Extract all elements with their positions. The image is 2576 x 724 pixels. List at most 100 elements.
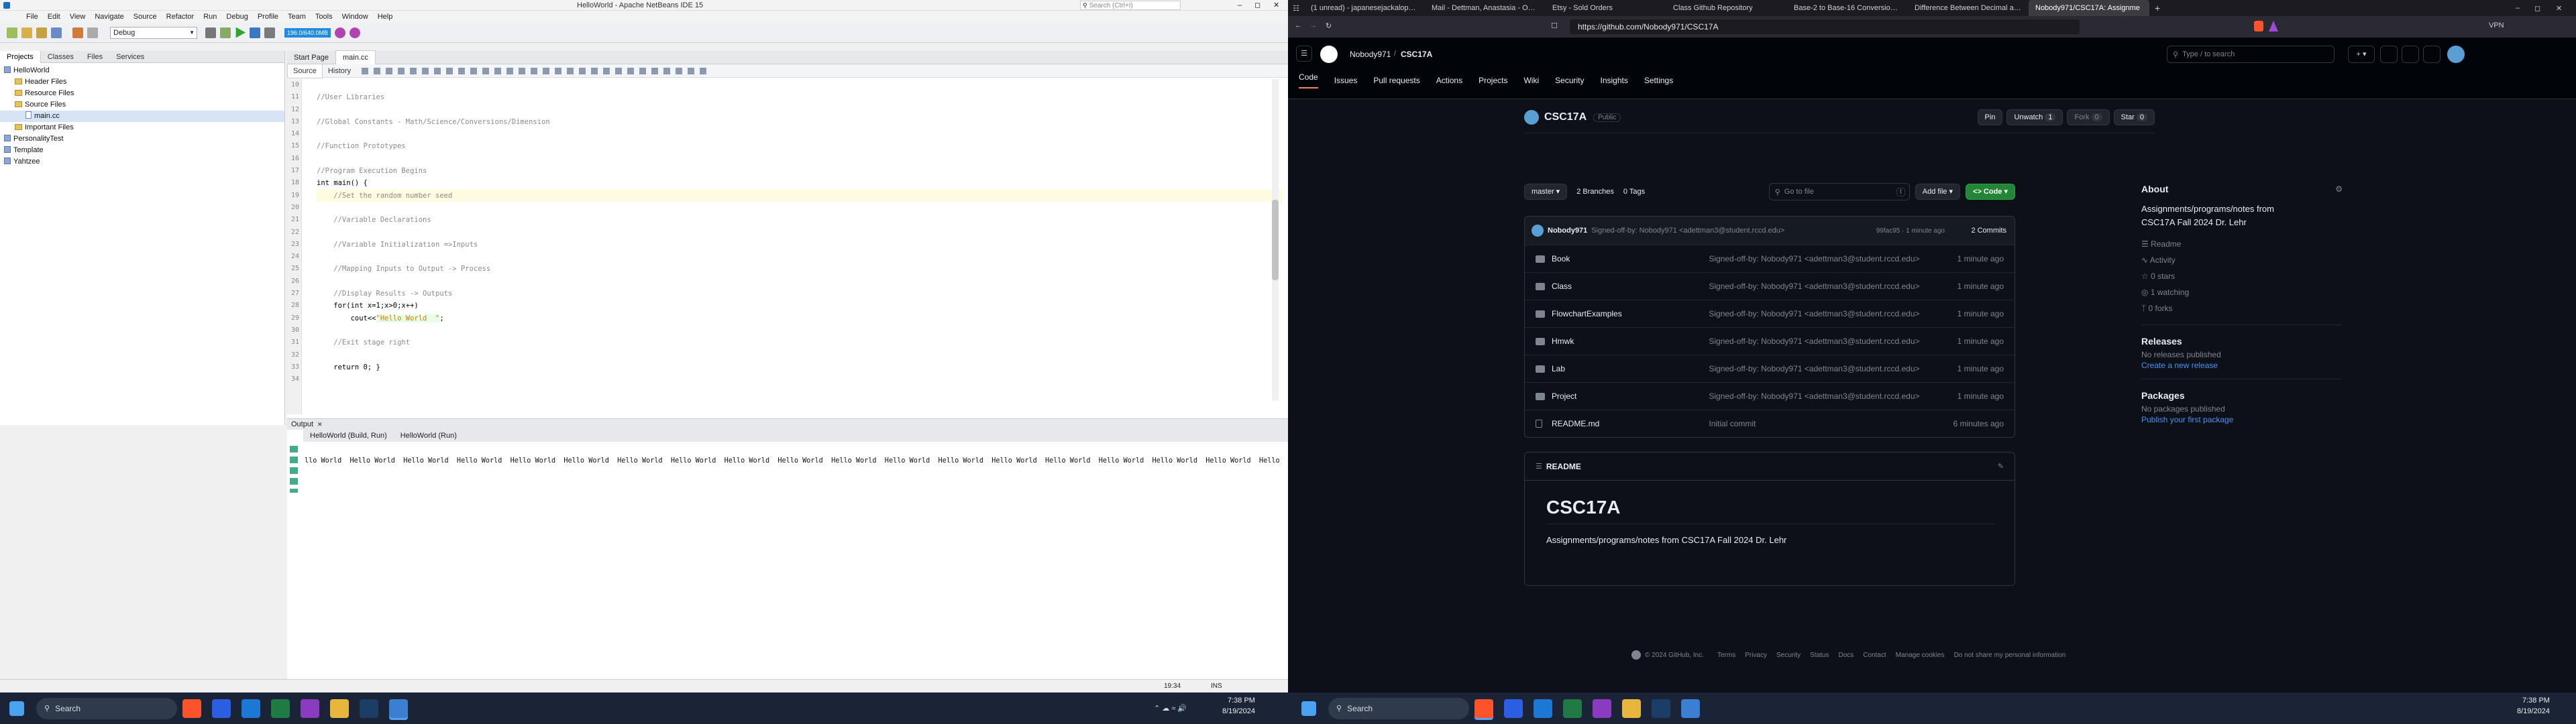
- tab-source[interactable]: Source: [287, 63, 323, 78]
- browser-tab[interactable]: Etsy - Sold Orders: [1546, 0, 1666, 16]
- windows-start-icon[interactable]: [9, 701, 24, 716]
- footer-link[interactable]: Terms: [1717, 652, 1735, 659]
- clock-date[interactable]: 8/19/2024: [2517, 707, 2550, 715]
- commit-author[interactable]: Nobody971: [1548, 227, 1587, 235]
- new-tab-button[interactable]: +: [2155, 3, 2160, 13]
- profile-icon[interactable]: [264, 27, 275, 38]
- code-line[interactable]: //Variable Initialization =>Inputs: [317, 239, 1283, 251]
- browser-tab[interactable]: Base-2 to Base-16 Conversion Calc: [1787, 0, 1908, 16]
- footer-link[interactable]: Privacy: [1745, 652, 1767, 659]
- clock-date[interactable]: 8/19/2024: [1222, 707, 1255, 715]
- add-file-button[interactable]: Add file ▾: [1915, 184, 1961, 200]
- maximize-button[interactable]: ◻: [2534, 4, 2540, 13]
- goto-file-input[interactable]: ⚲ Go to file t: [1768, 183, 1910, 200]
- ide-search[interactable]: ⚲ Search (Ctrl+I): [1080, 1, 1181, 10]
- menu-view[interactable]: View: [65, 13, 91, 21]
- steam-app-icon[interactable]: [360, 699, 378, 718]
- menu-navigate[interactable]: Navigate: [90, 13, 128, 21]
- editor-scrollbar[interactable]: [1272, 79, 1279, 401]
- file-commit-message[interactable]: Signed-off-by: Nobody971 <adettman3@stud…: [1709, 309, 1936, 318]
- tab-files[interactable]: Files: [80, 51, 109, 63]
- new-file-icon[interactable]: [7, 27, 17, 38]
- tree-item[interactable]: main.cc: [0, 111, 284, 122]
- code-line[interactable]: //Exit stage right: [317, 337, 1283, 349]
- clean-build-icon[interactable]: [220, 27, 231, 38]
- footer-link[interactable]: Status: [1810, 652, 1829, 659]
- tree-item[interactable]: HelloWorld: [0, 65, 284, 76]
- brave-app-icon[interactable]: [1474, 699, 1493, 718]
- github-logo-icon[interactable]: [1320, 46, 1338, 63]
- code-line[interactable]: [317, 251, 1283, 263]
- tab-projects[interactable]: Projects: [0, 50, 41, 63]
- tree-item[interactable]: Template: [0, 145, 284, 156]
- repo-tab[interactable]: Wiki: [1523, 76, 1539, 85]
- onenote-app-icon[interactable]: [301, 699, 319, 718]
- tags-link[interactable]: 0 Tags: [1623, 188, 1645, 196]
- code-line[interactable]: [317, 349, 1283, 361]
- repo-tab[interactable]: Actions: [1436, 76, 1462, 85]
- file-row[interactable]: Lab Signed-off-by: Nobody971 <adettman3@s…: [1525, 355, 2015, 382]
- repo-tab[interactable]: Settings: [1644, 76, 1673, 85]
- code-line[interactable]: //Program Execution Begins: [317, 165, 1283, 177]
- publish-package-link[interactable]: Publish your first package: [2141, 414, 2343, 425]
- code-line[interactable]: cout<<"Hello World ";: [317, 312, 1283, 324]
- file-row[interactable]: Book Signed-off-by: Nobody971 <adettman3@…: [1525, 245, 2015, 272]
- tree-item[interactable]: Resource Files: [0, 88, 284, 99]
- file-row[interactable]: FlowchartExamples Signed-off-by: Nobody97…: [1525, 300, 2015, 327]
- memory-meter[interactable]: 196.0/640.0MB: [284, 27, 331, 38]
- code-button[interactable]: <> Code ▾: [1966, 184, 2015, 200]
- outlook-app-icon[interactable]: [1534, 699, 1552, 718]
- browser-menu-icon[interactable]: ☷: [1288, 4, 1304, 13]
- file-name[interactable]: FlowchartExamples: [1525, 309, 1709, 318]
- menu-profile[interactable]: Profile: [253, 13, 283, 21]
- code-line[interactable]: //Variable Declarations: [317, 214, 1283, 226]
- browser-tab[interactable]: Mail - Dettman, Anastasia - Outlook: [1425, 0, 1546, 16]
- code-line[interactable]: [317, 79, 1283, 91]
- menu-team[interactable]: Team: [283, 13, 311, 21]
- watching-link[interactable]: ◎ 1 watching: [2141, 284, 2343, 300]
- repo-tab[interactable]: Code: [1299, 72, 1318, 88]
- tree-item[interactable]: Header Files: [0, 76, 284, 88]
- tab-build-run[interactable]: HelloWorld (Build, Run): [303, 430, 394, 442]
- footer-link[interactable]: Contact: [1863, 652, 1886, 659]
- forward-icon[interactable]: →: [1309, 21, 1317, 29]
- bookmark-icon[interactable]: ☐: [1551, 21, 1558, 30]
- code-line[interactable]: [317, 276, 1283, 288]
- tab-history[interactable]: History: [323, 64, 356, 78]
- menu-edit[interactable]: Edit: [43, 13, 65, 21]
- code-line[interactable]: return 0; }: [317, 361, 1283, 373]
- file-name[interactable]: Hmwk: [1525, 337, 1709, 346]
- inbox-icon[interactable]: [2423, 46, 2440, 63]
- code-line[interactable]: //Set the random number seed: [317, 189, 1283, 202]
- tree-item[interactable]: Important Files: [0, 122, 284, 133]
- code-line[interactable]: [317, 128, 1283, 140]
- steam-app-icon[interactable]: [1652, 699, 1670, 718]
- browser-tab[interactable]: Nobody971/CSC17A: Assignme: [2029, 0, 2149, 16]
- config-select[interactable]: Debug ▼: [110, 26, 197, 39]
- packages-title[interactable]: Packages: [2141, 387, 2343, 404]
- stars-link[interactable]: ☆ 0 stars: [2141, 268, 2343, 284]
- edit-icon[interactable]: ✎: [1998, 462, 2004, 471]
- save-all-icon[interactable]: [51, 27, 62, 38]
- file-name[interactable]: Class: [1525, 282, 1709, 291]
- maximize-button[interactable]: ◻: [1254, 1, 1260, 9]
- repo-tab[interactable]: Insights: [1601, 76, 1628, 85]
- browser-tab[interactable]: Class Github Repository: [1666, 0, 1787, 16]
- close-icon[interactable]: ✕: [317, 421, 323, 428]
- file-row[interactable]: README.md Initial commit 6 minutes ago: [1525, 410, 2015, 437]
- vpn-badge[interactable]: VPN: [2489, 21, 2504, 29]
- code-line[interactable]: //Global Constants - Math/Science/Conver…: [317, 116, 1283, 128]
- word-app-icon[interactable]: [1504, 699, 1523, 718]
- star-button[interactable]: Star 0: [2113, 109, 2155, 125]
- code-line[interactable]: //Display Results -> Outputs: [317, 288, 1283, 300]
- minimize-button[interactable]: –: [2516, 4, 2520, 12]
- pause-icon[interactable]: [350, 27, 361, 38]
- tree-item[interactable]: Source Files: [0, 99, 284, 111]
- menu-file[interactable]: File: [21, 13, 43, 21]
- address-bar[interactable]: https://github.com/Nobody971/CSC17A: [1570, 19, 2080, 34]
- code-line[interactable]: [317, 202, 1283, 214]
- avatar[interactable]: [2447, 46, 2465, 63]
- menu-run[interactable]: Run: [199, 13, 221, 21]
- output-side-icons[interactable]: [290, 446, 298, 493]
- code-line[interactable]: [317, 373, 1283, 385]
